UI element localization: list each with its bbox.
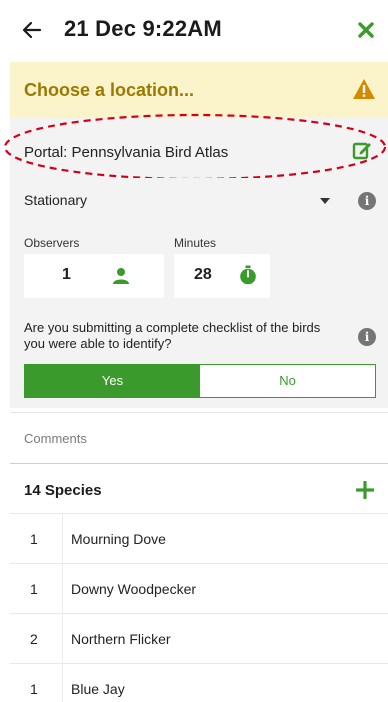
row-divider [62, 664, 63, 702]
protocol-select[interactable]: Stationary [24, 192, 87, 208]
portal-row[interactable]: Portal: Pennsylvania Bird Atlas [10, 118, 388, 178]
species-row[interactable]: 2 Northern Flicker [10, 614, 388, 664]
species-count-title: 14 Species [24, 482, 102, 499]
no-button[interactable]: No [200, 365, 375, 397]
species-row[interactable]: 1 Downy Woodpecker [10, 564, 388, 614]
observers-value: 1 [62, 266, 71, 283]
person-icon [113, 268, 129, 284]
species-row[interactable]: 1 Mourning Dove [10, 514, 388, 564]
row-divider [62, 514, 63, 564]
portal-label: Portal: Pennsylvania Bird Atlas [24, 144, 229, 161]
comments-placeholder: Comments [24, 431, 87, 446]
dropdown-caret-icon[interactable] [320, 198, 330, 204]
minutes-value: 28 [194, 266, 212, 283]
species-count: 1 [30, 581, 38, 597]
complete-checklist-question: Are you submitting a complete checklist … [24, 320, 321, 351]
edit-icon[interactable] [352, 140, 372, 160]
checklist-details-form: Stationary i Observers Minutes 1 28 Are … [10, 178, 388, 408]
species-header: 14 Species [10, 466, 388, 514]
comments-field[interactable]: Comments [10, 412, 388, 464]
species-name: Northern Flicker [71, 631, 171, 647]
choose-location-label: Choose a location... [24, 80, 195, 100]
add-species-icon[interactable] [356, 481, 374, 499]
app-header: 21 Dec 9:22AM [10, 0, 388, 62]
row-divider [62, 614, 63, 664]
complete-checklist-toggle: Yes No [24, 364, 376, 398]
warning-icon [353, 79, 375, 99]
close-icon[interactable] [356, 20, 376, 40]
species-name: Mourning Dove [71, 531, 166, 547]
back-arrow-icon[interactable] [20, 18, 44, 42]
species-count: 1 [30, 531, 38, 547]
species-name: Blue Jay [71, 681, 125, 697]
minutes-field[interactable]: 28 [174, 254, 270, 298]
complete-checklist-info-icon[interactable]: i [358, 328, 376, 346]
yes-button[interactable]: Yes [25, 365, 200, 397]
checklist-date-title: 21 Dec 9:22AM [64, 16, 222, 41]
checklist-screen: 21 Dec 9:22AM Choose a location... Porta… [3, 0, 388, 702]
row-divider [62, 564, 63, 614]
protocol-info-icon[interactable]: i [358, 192, 376, 210]
observers-field[interactable]: 1 [24, 254, 164, 298]
species-count: 1 [30, 681, 38, 697]
observers-label: Observers [24, 236, 80, 250]
choose-location-row[interactable]: Choose a location... [10, 62, 388, 118]
species-count: 2 [30, 631, 38, 647]
species-row[interactable]: 1 Blue Jay [10, 664, 388, 702]
stopwatch-icon[interactable] [238, 265, 258, 285]
minutes-label: Minutes [174, 236, 217, 250]
species-name: Downy Woodpecker [71, 581, 197, 597]
